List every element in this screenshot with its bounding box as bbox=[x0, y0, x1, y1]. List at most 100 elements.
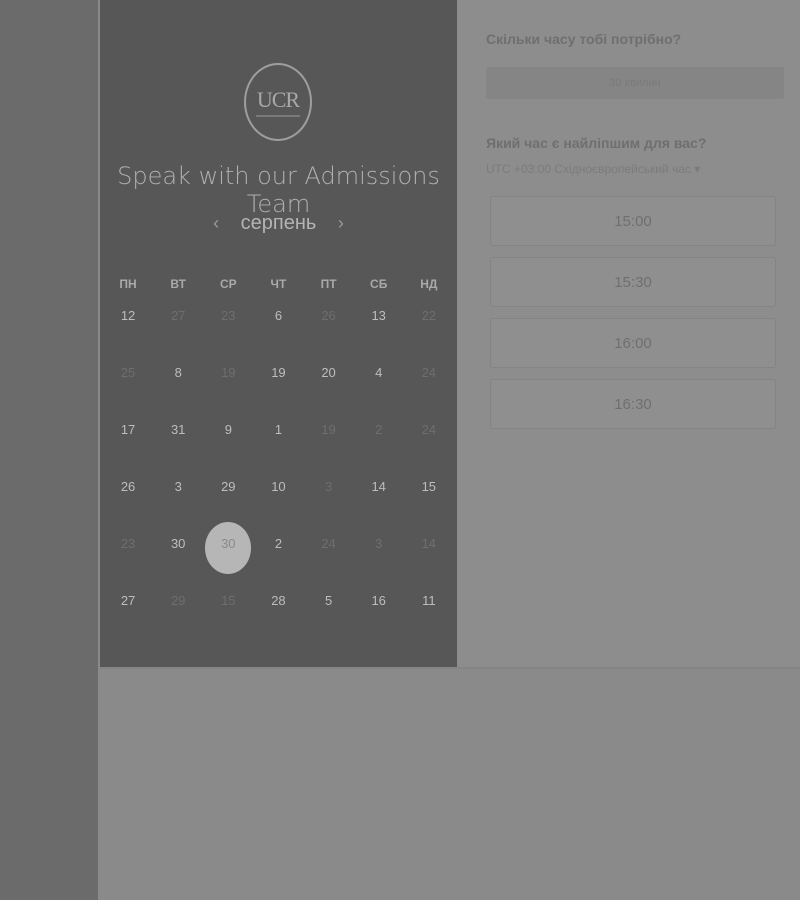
day-number: 30 bbox=[221, 536, 236, 551]
day-number: 19 bbox=[221, 365, 236, 380]
day-number: 3 bbox=[174, 479, 182, 494]
calendar-day-cell: 19 bbox=[203, 355, 253, 412]
selected-day-cell[interactable]: 30 bbox=[203, 522, 253, 583]
calendar-day-cell: 3 bbox=[304, 469, 354, 526]
day-number: 25 bbox=[120, 365, 136, 380]
calendar-day-cell[interactable]: 6 bbox=[253, 298, 303, 355]
calendar-day-cell[interactable]: 14 bbox=[354, 469, 404, 526]
time-slot-button[interactable]: 16:00 bbox=[490, 318, 776, 368]
calendar-day-cell[interactable]: 9 bbox=[203, 412, 253, 469]
weekday-label: СР bbox=[219, 277, 237, 291]
next-month-icon[interactable]: › bbox=[322, 213, 360, 234]
time-slot-button[interactable]: 15:30 bbox=[490, 257, 776, 307]
day-number: 27 bbox=[120, 593, 136, 608]
calendar-day-cell: 27 bbox=[153, 298, 203, 355]
day-number: 14 bbox=[421, 536, 437, 551]
calendar-day-cell[interactable]: 4 bbox=[354, 355, 404, 412]
day-number: 11 bbox=[422, 593, 436, 608]
calendar-day-cell: 14 bbox=[404, 526, 454, 583]
prev-month-icon[interactable]: ‹ bbox=[197, 213, 235, 234]
day-number: 13 bbox=[371, 308, 386, 323]
day-number: 19 bbox=[321, 422, 336, 437]
calendar-week-row: 25 8 19 19 20 4 24 bbox=[103, 355, 454, 412]
logo-underline bbox=[256, 115, 300, 117]
calendar-day-cell: 15 bbox=[203, 583, 253, 640]
day-number: 20 bbox=[321, 365, 336, 380]
calendar-day-cell[interactable]: 15 bbox=[404, 469, 454, 526]
calendar-day-cell[interactable]: 20 bbox=[304, 355, 354, 412]
day-number: 1 bbox=[274, 422, 283, 437]
calendar-day-cell[interactable]: 8 bbox=[153, 355, 203, 412]
calendar-week-row: 23 30 30 2 24 3 14 bbox=[103, 522, 454, 583]
duration-question: Скільки часу тобі потрібно? bbox=[486, 31, 682, 47]
day-number: 26 bbox=[321, 308, 336, 323]
month-label: серпень bbox=[240, 212, 317, 234]
day-number: 8 bbox=[174, 365, 182, 380]
weekday-header-row: ПН ВТ СР ЧТ ПТ СБ НД bbox=[103, 270, 454, 298]
day-number: 24 bbox=[421, 365, 437, 380]
weekday-label: СБ bbox=[370, 277, 388, 291]
calendar-day-cell: 24 bbox=[404, 412, 454, 469]
day-number: 24 bbox=[421, 422, 437, 437]
day-number: 3 bbox=[375, 536, 383, 551]
day-number: 15 bbox=[221, 593, 236, 608]
calendar-day-cell[interactable]: 19 bbox=[253, 355, 303, 412]
calendar-day-cell[interactable]: 5 bbox=[304, 583, 354, 640]
calendar-day-cell[interactable]: 11 bbox=[404, 583, 454, 640]
time-question: Який час є найліпшим для вас? bbox=[486, 135, 707, 151]
day-number: 2 bbox=[375, 422, 383, 437]
calendar-day-cell: 23 bbox=[103, 526, 153, 583]
day-number: 9 bbox=[224, 422, 232, 437]
day-number: 17 bbox=[120, 422, 136, 437]
calendar-day-cell: 29 bbox=[153, 583, 203, 640]
day-number: 14 bbox=[371, 479, 386, 494]
calendar-day-cell[interactable]: 29 bbox=[203, 469, 253, 526]
calendar-day-cell: 26 bbox=[304, 298, 354, 355]
panel-title: Speak with our Admissions Team bbox=[117, 162, 440, 218]
calendar-day-cell[interactable]: 31 bbox=[153, 412, 203, 469]
calendar-day-cell[interactable]: 2 bbox=[253, 526, 303, 583]
calendar-day-cell[interactable]: 17 bbox=[103, 412, 153, 469]
calendar-day-cell[interactable]: 28 bbox=[253, 583, 303, 640]
calendar-day-cell[interactable]: 13 bbox=[354, 298, 404, 355]
ucr-logo: UCR bbox=[244, 63, 312, 141]
day-number: 12 bbox=[120, 308, 136, 323]
calendar-day-cell[interactable]: 10 bbox=[253, 469, 303, 526]
day-number: 6 bbox=[274, 308, 283, 323]
calendar-day-cell[interactable]: 3 bbox=[153, 469, 203, 526]
weekday-label: ПТ bbox=[320, 277, 337, 291]
month-navigation: ‹ серпень › bbox=[100, 212, 457, 235]
calendar-day-cell[interactable]: 30 bbox=[153, 526, 203, 583]
scheduling-widget: UCR Speak with our Admissions Team ‹ сер… bbox=[100, 0, 800, 669]
duration-button[interactable]: 30 хвилин bbox=[486, 67, 784, 99]
day-number: 30 bbox=[170, 536, 186, 551]
day-number: 22 bbox=[421, 308, 437, 323]
calendar-day-cell[interactable]: 27 bbox=[103, 583, 153, 640]
calendar-day-cell: 24 bbox=[404, 355, 454, 412]
weekday-label: НД bbox=[420, 277, 438, 291]
day-number: 4 bbox=[375, 365, 383, 380]
day-number: 27 bbox=[170, 308, 186, 323]
day-number: 31 bbox=[170, 422, 186, 437]
calendar-day-cell[interactable]: 26 bbox=[103, 469, 153, 526]
day-number: 5 bbox=[324, 593, 333, 608]
weekday-label: ВТ bbox=[170, 277, 186, 291]
calendar-day-cell: 23 bbox=[203, 298, 253, 355]
time-slot-button[interactable]: 15:00 bbox=[490, 196, 776, 246]
time-slot-button[interactable]: 16:30 bbox=[490, 379, 776, 429]
day-number: 15 bbox=[421, 479, 437, 494]
timezone-select[interactable]: UTC +03:00 Східноєвропейський час ▾ bbox=[486, 162, 700, 176]
calendar-day-cell[interactable]: 12 bbox=[103, 298, 153, 355]
logo-text: UCR bbox=[256, 87, 300, 112]
weekday-label: ЧТ bbox=[270, 277, 287, 291]
calendar-day-cell[interactable]: 16 bbox=[354, 583, 404, 640]
day-number: 19 bbox=[271, 365, 286, 380]
day-number: 24 bbox=[321, 536, 336, 551]
day-number: 23 bbox=[221, 308, 236, 323]
day-number: 28 bbox=[271, 593, 286, 608]
calendar-day-cell: 25 bbox=[103, 355, 153, 412]
calendar-day-cell[interactable]: 1 bbox=[253, 412, 303, 469]
day-number: 16 bbox=[371, 593, 386, 608]
day-number: 10 bbox=[271, 479, 286, 494]
day-number: 29 bbox=[170, 593, 186, 608]
